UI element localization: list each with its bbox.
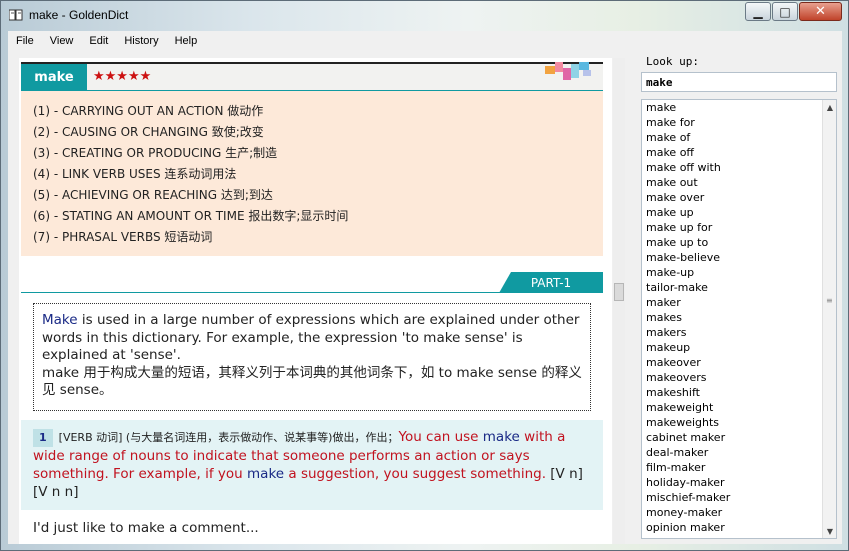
title-bar[interactable]: make - GoldenDict ▁ □ ✕ (1, 1, 848, 31)
definition-number: 1 (33, 429, 53, 447)
maximize-icon: □ (779, 4, 791, 19)
word-list-item[interactable]: tailor-make (642, 280, 836, 295)
word-list-item[interactable]: make off (642, 145, 836, 160)
word-list-item[interactable]: holiday-maker (642, 475, 836, 490)
word-list-item[interactable]: makeover (642, 355, 836, 370)
word-list-item[interactable]: make up (642, 205, 836, 220)
frequency-stars: ★★★★★ (93, 69, 152, 84)
word-list-item[interactable]: peace-maker (642, 535, 836, 538)
word-list-scrollbar[interactable]: ▲ ≡ ▼ (822, 100, 836, 538)
word-list-item[interactable]: make off with (642, 160, 836, 175)
word-list-item[interactable]: deal-maker (642, 445, 836, 460)
menu-bar: File View Edit History Help (8, 31, 842, 50)
decorative-blocks (545, 62, 595, 82)
menu-view[interactable]: View (42, 35, 82, 47)
minimize-button[interactable]: ▁ (745, 2, 771, 21)
app-window: make - GoldenDict ▁ □ ✕ File View Edit H… (0, 0, 849, 551)
word-list-item[interactable]: makeup (642, 340, 836, 355)
client-area: make ★★★★★ (1) - CARRYING OUT AN ACTION … (8, 50, 842, 544)
scroll-down-icon[interactable]: ▼ (825, 526, 835, 536)
word-list-item[interactable]: make up for (642, 220, 836, 235)
word-list-item[interactable]: maker (642, 295, 836, 310)
sense-link[interactable]: (6) - STATING AN AMOUNT OR TIME 报出数字;显示时… (33, 206, 591, 227)
scroll-up-icon[interactable]: ▲ (825, 102, 835, 112)
word-list-item[interactable]: cabinet maker (642, 430, 836, 445)
word-list[interactable]: make make for make of make off make off with… (641, 99, 837, 539)
word-list-item[interactable]: make of (642, 130, 836, 145)
word-list-items: make make for make of make off make off with… (642, 100, 836, 538)
definition-text: You can use (398, 429, 483, 445)
minimize-icon: ▁ (753, 4, 763, 19)
part-divider (21, 292, 603, 293)
word-list-item[interactable]: make for (642, 115, 836, 130)
word-list-item[interactable]: money-maker (642, 505, 836, 520)
definition-keyword: make (247, 466, 285, 482)
sense-link[interactable]: (2) - CAUSING OR CHANGING 致使;改变 (33, 122, 591, 143)
word-list-item[interactable]: opinion maker (642, 520, 836, 535)
headword: make (21, 64, 87, 90)
window-title: make - GoldenDict (29, 8, 129, 22)
note-text-en: is used in a large number of expressions… (42, 312, 580, 363)
article-scroll-thumb[interactable] (614, 283, 624, 301)
sense-menu: (1) - CARRYING OUT AN ACTION 做动作 (2) - C… (21, 90, 603, 256)
word-list-item[interactable]: film-maker (642, 460, 836, 475)
word-list-item[interactable]: make (642, 100, 836, 115)
definition-keyword: make (482, 429, 520, 445)
word-list-item[interactable]: makes (642, 310, 836, 325)
article-view[interactable]: make ★★★★★ (1) - CARRYING OUT AN ACTION … (19, 58, 612, 544)
menu-help[interactable]: Help (167, 35, 206, 47)
scroll-grip-icon[interactable]: ≡ (826, 296, 834, 305)
word-list-item[interactable]: makeweights (642, 415, 836, 430)
close-button[interactable]: ✕ (799, 2, 842, 21)
note-text-cn: make 用于构成大量的短语，其释义列于本词典的其他词条下，如 to make … (42, 364, 582, 399)
word-list-item[interactable]: makers (642, 325, 836, 340)
example-sentence: I'd just like to make a comment... (33, 520, 259, 536)
note-keyword: Make (42, 312, 78, 328)
menu-edit[interactable]: Edit (81, 35, 116, 47)
word-list-item[interactable]: make out (642, 175, 836, 190)
sense-link[interactable]: (4) - LINK VERB USES 连系动词用法 (33, 164, 591, 185)
sense-link[interactable]: (3) - CREATING OR PRODUCING 生产;制造 (33, 143, 591, 164)
definition-grammar: [VERB 动词] (与大量名词连用，表示做动作、说某事等)做出，作出； (58, 431, 399, 444)
word-list-item[interactable]: makeweight (642, 400, 836, 415)
definition-text: a suggestion, you suggest something. (284, 466, 546, 482)
lookup-input[interactable]: make (641, 72, 837, 92)
word-list-item[interactable]: make up to (642, 235, 836, 250)
sense-link[interactable]: (1) - CARRYING OUT AN ACTION 做动作 (33, 101, 591, 122)
definition-block: 1 [VERB 动词] (与大量名词连用，表示做动作、说某事等)做出，作出；You… (21, 420, 603, 510)
word-list-item[interactable]: makeovers (642, 370, 836, 385)
word-list-item[interactable]: make-up (642, 265, 836, 280)
close-icon: ✕ (815, 4, 826, 19)
word-list-item[interactable]: mischief-maker (642, 490, 836, 505)
maximize-button[interactable]: □ (772, 2, 798, 21)
menu-file[interactable]: File (8, 35, 42, 47)
lookup-label: Look up: (646, 55, 699, 68)
usage-note: Make is used in a large number of expres… (33, 303, 591, 411)
word-list-item[interactable]: make over (642, 190, 836, 205)
sense-link[interactable]: (5) - ACHIEVING OR REACHING 达到;到达 (33, 185, 591, 206)
sense-link[interactable]: (7) - PHRASAL VERBS 短语动词 (33, 227, 591, 248)
word-list-item[interactable]: makeshift (642, 385, 836, 400)
word-list-item[interactable]: make-believe (642, 250, 836, 265)
menu-history[interactable]: History (116, 35, 166, 47)
part-label: PART-1 (499, 272, 603, 293)
window-controls: ▁ □ ✕ (744, 2, 842, 21)
book-icon (9, 9, 23, 21)
article-scrollbar[interactable] (613, 58, 625, 544)
headword-bar: make ★★★★★ (21, 62, 603, 90)
